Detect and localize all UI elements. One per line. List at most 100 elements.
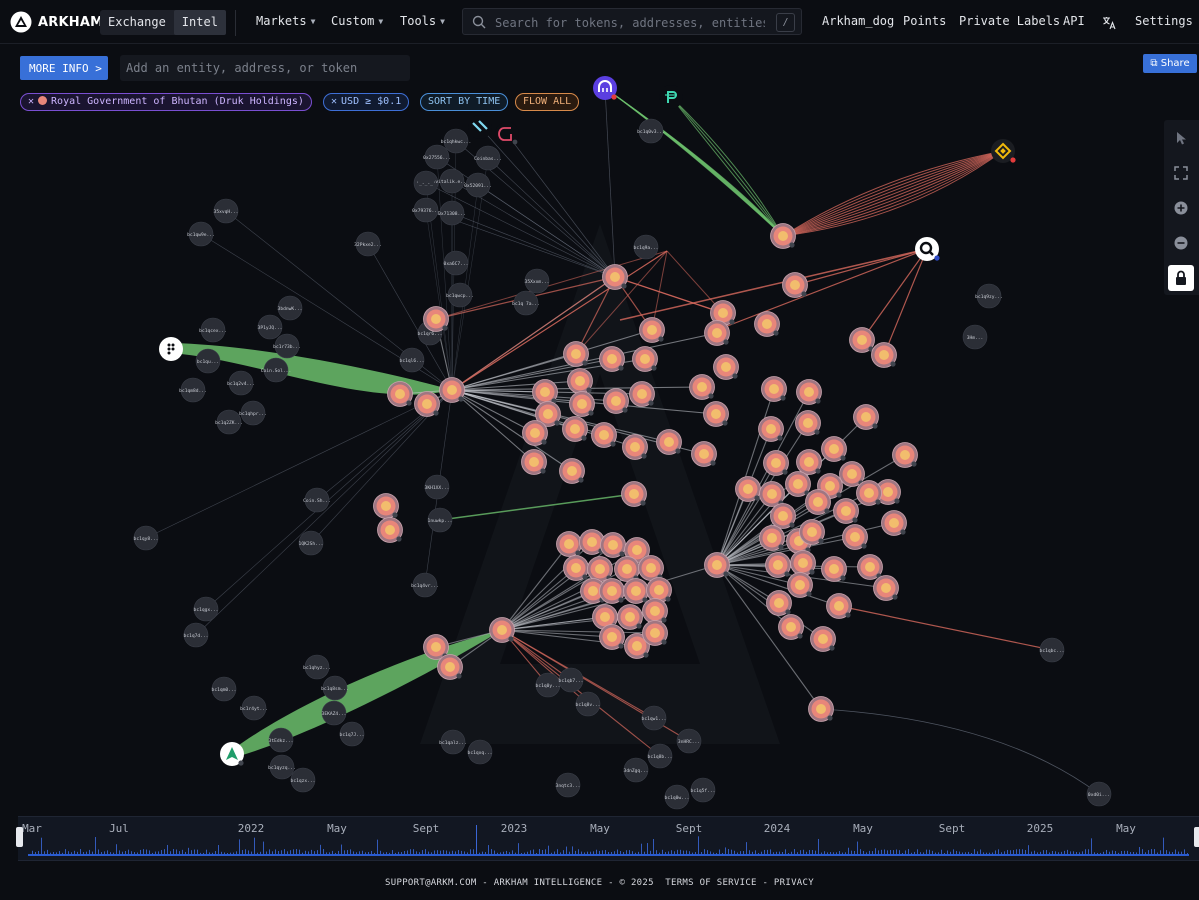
translate-icon[interactable] bbox=[1102, 16, 1116, 30]
bhutan-entity-node[interactable] bbox=[808, 696, 834, 722]
bhutan-entity-node[interactable] bbox=[703, 401, 729, 427]
bhutan-entity-node[interactable] bbox=[796, 379, 822, 405]
address-node[interactable]: 0xd0i... bbox=[1086, 781, 1112, 807]
bhutan-entity-node[interactable] bbox=[522, 420, 548, 446]
bhutan-entity-node[interactable] bbox=[826, 593, 852, 619]
bhutan-entity-node[interactable] bbox=[603, 388, 629, 414]
nav-custom[interactable]: Custom ▼ bbox=[331, 14, 383, 28]
flow-all-toggle[interactable]: FLOW ALL bbox=[515, 93, 580, 111]
bhutan-entity-node[interactable] bbox=[796, 449, 822, 475]
address-node[interactable]: 3KH1XX... bbox=[425, 474, 450, 500]
fit-view-icon[interactable] bbox=[1172, 164, 1190, 182]
bhutan-entity-node[interactable] bbox=[642, 598, 668, 624]
timeline-end-handle[interactable] bbox=[1194, 827, 1199, 847]
address-node[interactable]: 1nuwkp... bbox=[428, 507, 453, 533]
bhutan-entity-node[interactable] bbox=[559, 458, 585, 484]
remove-filter-icon[interactable]: ✕ bbox=[28, 96, 34, 107]
bhutan-entity-node[interactable] bbox=[373, 493, 399, 519]
bhutan-entity-node[interactable] bbox=[632, 346, 658, 372]
bhutan-entity-node[interactable] bbox=[563, 341, 589, 367]
address-node[interactable]: bc1qbc... bbox=[1040, 637, 1065, 663]
remove-filter-icon[interactable]: ✕ bbox=[331, 96, 337, 107]
address-node[interactable]: 3nqtc3... bbox=[556, 772, 581, 798]
poloniex-logo-icon[interactable] bbox=[659, 85, 683, 109]
address-node[interactable]: bc1q0w... bbox=[665, 784, 690, 810]
terms-link[interactable]: TERMS OF SERVICE bbox=[665, 878, 757, 888]
bhutan-entity-node[interactable] bbox=[787, 572, 813, 598]
zoom-in-icon[interactable] bbox=[1172, 199, 1190, 217]
address-node[interactable]: bc1q7d... bbox=[184, 622, 209, 648]
address-node[interactable]: bc1q0y... bbox=[536, 672, 561, 698]
address-node[interactable]: bc1qy8... bbox=[134, 525, 159, 551]
bhutan-entity-node[interactable] bbox=[602, 264, 628, 290]
kraken-logo-icon[interactable] bbox=[593, 76, 617, 100]
bhutan-entity-node[interactable] bbox=[759, 481, 785, 507]
bhutan-entity-node[interactable] bbox=[761, 376, 787, 402]
bhutan-entity-node[interactable] bbox=[810, 626, 836, 652]
bhutan-entity-node[interactable] bbox=[790, 550, 816, 576]
points-link[interactable]: Points bbox=[903, 14, 946, 28]
address-node[interactable]: bc1qw1... bbox=[642, 705, 667, 731]
mode-intel-button[interactable]: Intel bbox=[173, 10, 226, 35]
bhutan-entity-node[interactable] bbox=[642, 620, 668, 646]
search-input[interactable] bbox=[493, 12, 767, 33]
bhutan-entity-node[interactable] bbox=[770, 503, 796, 529]
bhutan-entity-node[interactable] bbox=[782, 272, 808, 298]
address-node[interactable]: bc1q4vr... bbox=[411, 572, 439, 598]
bhutan-entity-node[interactable] bbox=[758, 416, 784, 442]
bhutan-entity-node[interactable] bbox=[599, 624, 625, 650]
bhutan-entity-node[interactable] bbox=[617, 604, 643, 630]
zoom-out-icon[interactable] bbox=[1172, 234, 1190, 252]
address-node[interactable]: bc1qw9e... bbox=[187, 221, 215, 247]
address-node[interactable]: bc1qcex... bbox=[199, 317, 227, 343]
address-node[interactable]: 35Xxxm... bbox=[525, 268, 550, 294]
bhutan-entity-node[interactable] bbox=[759, 525, 785, 551]
bhutan-entity-node[interactable] bbox=[621, 481, 647, 507]
address-node[interactable]: 0x71308... bbox=[438, 200, 466, 226]
bhutan-entity-node[interactable] bbox=[735, 476, 761, 502]
sort-by-time-toggle[interactable]: SORT BY TIME bbox=[420, 93, 509, 111]
address-node[interactable]: bc1q5f... bbox=[691, 777, 716, 803]
figment-logo-icon[interactable] bbox=[159, 337, 183, 361]
threshold-logo-icon[interactable] bbox=[468, 115, 492, 139]
bhutan-entity-node[interactable] bbox=[569, 391, 595, 417]
address-node[interactable]: 0x52091... bbox=[464, 172, 492, 198]
bhutan-entity-node[interactable] bbox=[656, 429, 682, 455]
address-node[interactable]: bc1q7J... bbox=[340, 721, 365, 747]
bhutan-entity-node[interactable] bbox=[563, 555, 589, 581]
bhutan-entity-node[interactable] bbox=[489, 617, 515, 643]
bhutan-entity-node[interactable] bbox=[873, 575, 899, 601]
bhutan-entity-node[interactable] bbox=[532, 379, 558, 405]
address-node[interactable]: bc1q0v3... bbox=[637, 118, 665, 144]
bhutan-entity-node[interactable] bbox=[622, 434, 648, 460]
bhutan-entity-node[interactable] bbox=[785, 471, 811, 497]
address-node[interactable]: 3EKAZ4... bbox=[322, 700, 347, 726]
bhutan-entity-node[interactable] bbox=[857, 554, 883, 580]
bhutan-entity-node[interactable] bbox=[805, 489, 831, 515]
address-node[interactable]: bc1q8v... bbox=[576, 691, 601, 717]
more-info-button[interactable]: MORE INFO > bbox=[20, 56, 108, 80]
address-node[interactable]: bc1qzx... bbox=[291, 767, 316, 793]
bhutan-entity-node[interactable] bbox=[892, 442, 918, 468]
address-node[interactable]: 3dnZgq... bbox=[624, 757, 649, 783]
bhutan-entity-node[interactable] bbox=[795, 410, 821, 436]
address-node[interactable]: bc1q9zy... bbox=[975, 283, 1003, 309]
bhutan-entity-node[interactable] bbox=[591, 422, 617, 448]
binance-logo-icon[interactable] bbox=[991, 139, 1016, 163]
nav-tools[interactable]: Tools ▼ bbox=[400, 14, 445, 28]
address-node[interactable]: bc1q8b... bbox=[648, 743, 673, 769]
bhutan-entity-node[interactable] bbox=[799, 519, 825, 545]
share-button[interactable]: ⧉ Share bbox=[1143, 54, 1197, 73]
bhutan-entity-node[interactable] bbox=[521, 449, 547, 475]
bhutan-entity-node[interactable] bbox=[871, 342, 897, 368]
bhutan-entity-node[interactable] bbox=[567, 368, 593, 394]
bhutan-entity-node[interactable] bbox=[629, 381, 655, 407]
address-node[interactable]: Coin.Sh... bbox=[303, 487, 331, 513]
bhutan-entity-node[interactable] bbox=[387, 381, 413, 407]
arrow-entity-logo-icon[interactable] bbox=[220, 742, 244, 766]
bhutan-entity-node[interactable] bbox=[842, 524, 868, 550]
bhutan-entity-node[interactable] bbox=[691, 441, 717, 467]
address-node[interactable]: 3Hm... bbox=[962, 324, 988, 350]
address-node[interactable]: bc1qhyz... bbox=[303, 654, 331, 680]
address-node[interactable]: bc1qu... bbox=[195, 348, 221, 374]
